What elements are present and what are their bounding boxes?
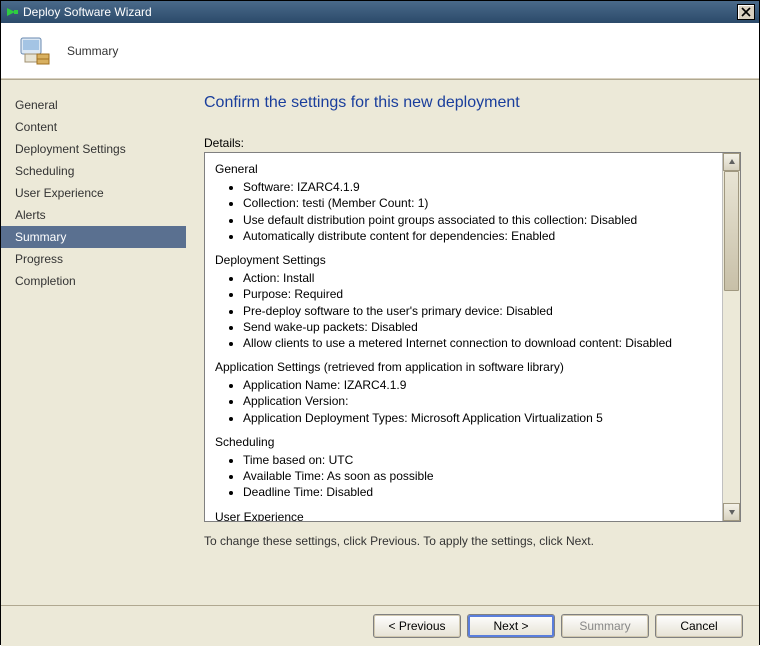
wizard-arrow-icon bbox=[5, 5, 19, 19]
nav-item-progress[interactable]: Progress bbox=[1, 248, 186, 270]
details-text: General Software: IZARC4.1.9Collection: t… bbox=[205, 153, 722, 521]
details-section-title: Application Settings (retrieved from app… bbox=[215, 359, 712, 375]
close-button[interactable] bbox=[737, 4, 755, 20]
details-label: Details: bbox=[204, 136, 741, 150]
details-bullet: Software: IZARC4.1.9 bbox=[243, 179, 712, 195]
details-bullet: Application Deployment Types: Microsoft … bbox=[243, 410, 712, 426]
details-section-title: General bbox=[215, 161, 712, 177]
details-bullet: Use default distribution point groups as… bbox=[243, 212, 712, 228]
nav-item-content[interactable]: Content bbox=[1, 116, 186, 138]
details-section-list: Time based on: UTCAvailable Time: As soo… bbox=[215, 452, 712, 501]
details-section-list: Application Name: IZARC4.1.9Application … bbox=[215, 377, 712, 426]
details-section-list: Software: IZARC4.1.9Collection: testi (M… bbox=[215, 179, 712, 244]
details-bullet: Send wake-up packets: Disabled bbox=[243, 319, 712, 335]
wizard-footer: < Previous Next > Summary Cancel bbox=[1, 606, 759, 646]
nav-item-user-experience[interactable]: User Experience bbox=[1, 182, 186, 204]
details-bullet: Pre-deploy software to the user's primar… bbox=[243, 303, 712, 319]
details-section-list: Action: InstallPurpose: RequiredPre-depl… bbox=[215, 270, 712, 351]
computer-package-icon bbox=[15, 32, 53, 70]
details-section-title: Deployment Settings bbox=[215, 252, 712, 268]
nav-item-summary[interactable]: Summary bbox=[1, 226, 186, 248]
scrollbar[interactable] bbox=[722, 153, 740, 521]
hint-text: To change these settings, click Previous… bbox=[204, 534, 741, 548]
details-bullet: Time based on: UTC bbox=[243, 452, 712, 468]
banner-title: Summary bbox=[67, 44, 118, 58]
nav-item-alerts[interactable]: Alerts bbox=[1, 204, 186, 226]
summary-button: Summary bbox=[561, 614, 649, 638]
nav-item-completion[interactable]: Completion bbox=[1, 270, 186, 292]
wizard-content: Confirm the settings for this new deploy… bbox=[186, 80, 759, 605]
details-section-title: Scheduling bbox=[215, 434, 712, 450]
nav-item-scheduling[interactable]: Scheduling bbox=[1, 160, 186, 182]
cancel-button[interactable]: Cancel bbox=[655, 614, 743, 638]
wizard-banner: Summary bbox=[1, 23, 759, 78]
title-bar: Deploy Software Wizard bbox=[1, 1, 759, 23]
scroll-down-button[interactable] bbox=[723, 503, 740, 521]
details-bullet: Application Name: IZARC4.1.9 bbox=[243, 377, 712, 393]
scroll-thumb[interactable] bbox=[724, 171, 739, 291]
details-bullet: Available Time: As soon as possible bbox=[243, 468, 712, 484]
window-title: Deploy Software Wizard bbox=[23, 5, 737, 19]
nav-item-general[interactable]: General bbox=[1, 94, 186, 116]
details-bullet: Deadline Time: Disabled bbox=[243, 484, 712, 500]
details-bullet: Purpose: Required bbox=[243, 286, 712, 302]
previous-button[interactable]: < Previous bbox=[373, 614, 461, 638]
nav-item-deployment-settings[interactable]: Deployment Settings bbox=[1, 138, 186, 160]
details-bullet: Application Version: bbox=[243, 393, 712, 409]
details-bullet: Allow clients to use a metered Internet … bbox=[243, 335, 712, 351]
scroll-up-button[interactable] bbox=[723, 153, 740, 171]
scroll-track[interactable] bbox=[723, 171, 740, 503]
details-bullet: Collection: testi (Member Count: 1) bbox=[243, 195, 712, 211]
page-heading: Confirm the settings for this new deploy… bbox=[204, 94, 741, 112]
details-section-title: User Experience bbox=[215, 509, 712, 521]
next-button[interactable]: Next > bbox=[467, 614, 555, 638]
details-bullet: Automatically distribute content for dep… bbox=[243, 228, 712, 244]
details-box: General Software: IZARC4.1.9Collection: t… bbox=[204, 152, 741, 522]
wizard-nav: GeneralContentDeployment SettingsSchedul… bbox=[1, 80, 186, 605]
details-bullet: Action: Install bbox=[243, 270, 712, 286]
